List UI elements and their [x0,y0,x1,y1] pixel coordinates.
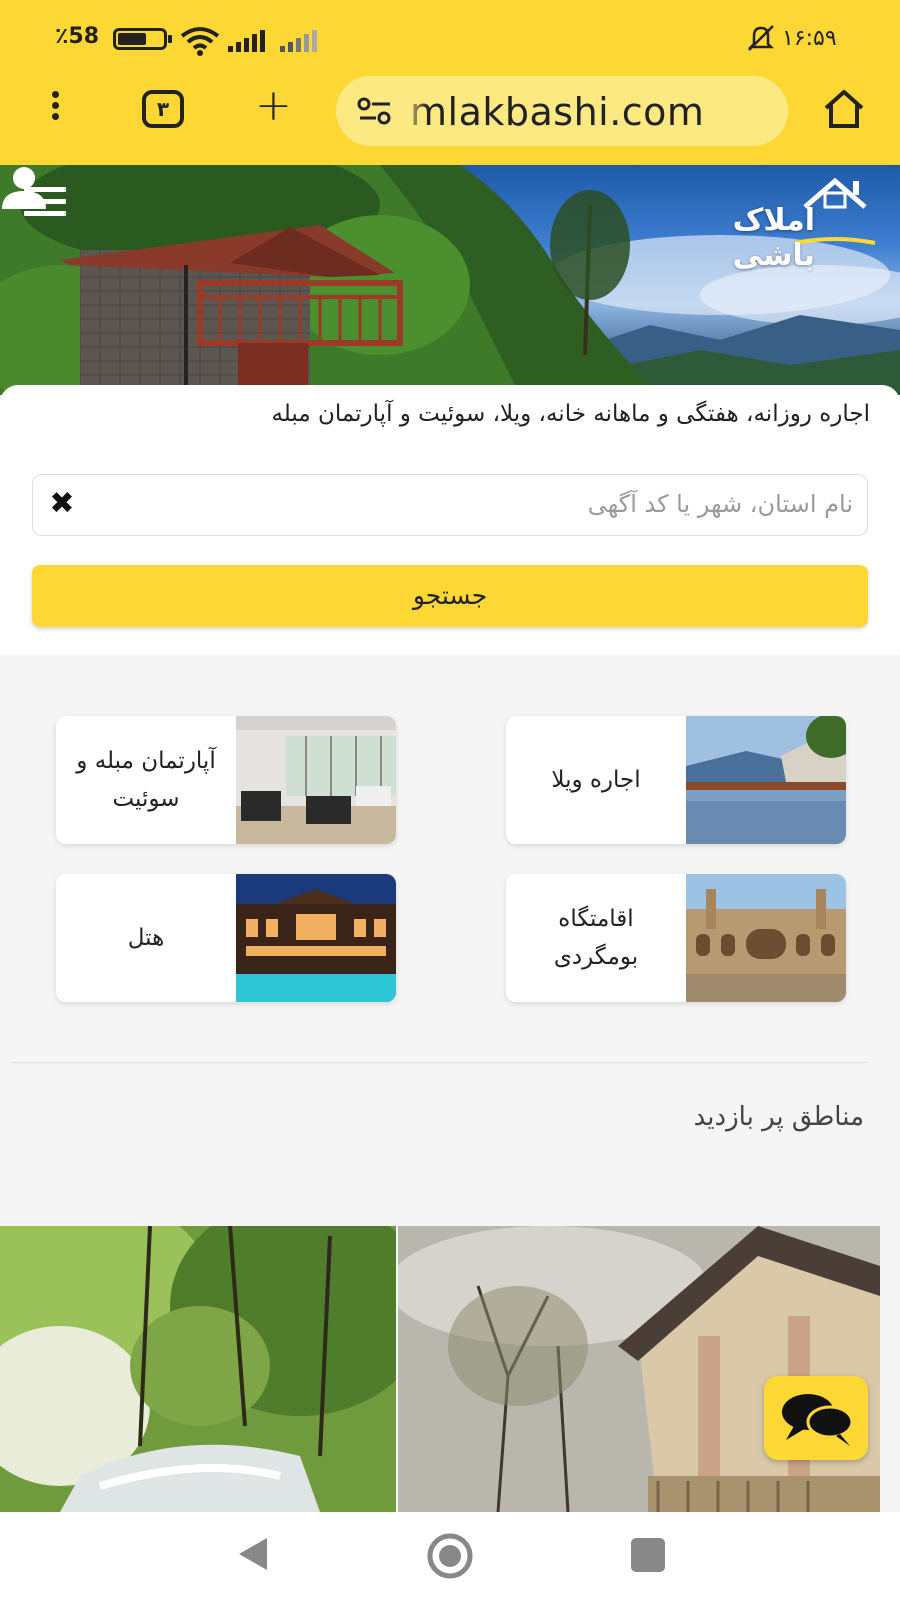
hotel-thumbnail [236,874,396,1002]
tagline: اجاره روزانه، هفتگی و ماهانه خانه، ویلا،… [271,401,870,427]
popular-regions-title: مناطق پر بازدید [693,1102,864,1132]
site-logo[interactable]: املاک باشی [665,173,885,273]
url-text[interactable]: mlakbashi.com [410,90,704,134]
user-account-icon[interactable] [0,165,48,209]
category-label: اجاره ویلا [551,767,641,793]
url-bar[interactable]: mlakbashi.com [336,76,788,146]
signal-strength-2-icon [280,30,317,52]
new-tab-button[interactable]: + [255,84,292,128]
tab-count-button[interactable]: ۳ [142,90,184,128]
category-apartment[interactable]: آپارتمان مبله و سوئیت [56,716,396,844]
category-ecolodge[interactable]: اقامتگاه بومگردی [506,874,846,1002]
search-panel: اجاره روزانه، هفتگی و ماهانه خانه، ویلا،… [0,385,900,655]
browser-top-bar: ٪58 ۱۶:۵۹ ۳ + mlakbashi.com [0,0,900,165]
url-fade [402,76,428,146]
battery-fill [118,33,146,45]
category-hotel[interactable]: هتل [56,874,396,1002]
menu-dots-icon[interactable] [44,88,66,128]
battery-percent: ٪58 [55,24,100,49]
browser-toolbar: ۳ + mlakbashi.com [0,72,900,152]
battery-icon [113,28,172,50]
status-bar: ٪58 ۱۶:۵۹ [0,18,900,62]
chat-support-button[interactable] [764,1376,868,1460]
category-villa[interactable]: اجاره ویلا [506,716,846,844]
region-palace-image[interactable] [398,1226,880,1512]
back-icon[interactable] [233,1534,273,1574]
search-input[interactable] [93,475,853,533]
search-button[interactable]: جستجو [32,565,868,627]
region-forest-image[interactable] [0,1226,396,1512]
hero-banner: املاک باشی [0,165,900,395]
villa-thumbnail [686,716,846,844]
ecolodge-thumbnail [686,874,846,1002]
clock: ۱۶:۵۹ [782,26,837,51]
logo-text: املاک باشی [732,203,815,273]
section-divider [10,1062,868,1063]
clear-icon[interactable]: ✖ [45,487,79,521]
category-label: اقامتگاه بومگردی [553,906,639,970]
search-field[interactable]: ✖ [32,474,868,536]
site-settings-icon[interactable] [356,96,394,126]
category-label: هتل [127,925,165,951]
system-nav-bar [0,1512,900,1600]
home-icon[interactable] [822,88,866,130]
recent-apps-icon[interactable] [631,1538,665,1572]
signal-strength-icon [228,30,265,52]
wifi-icon [180,27,220,56]
home-circle-icon[interactable] [426,1532,474,1580]
category-label: آپارتمان مبله و سوئیت [76,748,216,812]
mute-bell-icon [747,25,775,51]
chat-bubbles-icon [782,1394,854,1446]
apartment-thumbnail [236,716,396,844]
